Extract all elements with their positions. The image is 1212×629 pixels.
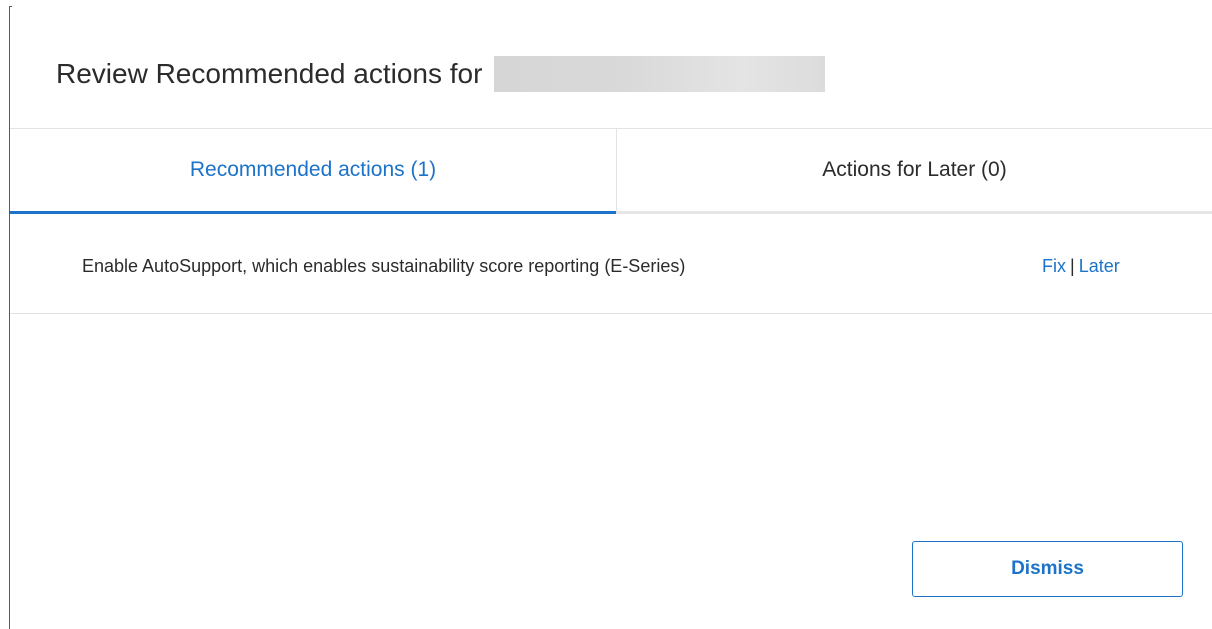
action-description: Enable AutoSupport, which enables sustai… (82, 256, 686, 276)
dialog-corner-tick (9, 6, 12, 7)
redacted-system-name (494, 56, 826, 92)
tab-bar: Recommended actions (1) Actions for Late… (10, 128, 1212, 214)
tab-actions-for-later[interactable]: Actions for Later (0) (617, 129, 1212, 211)
tab-recommended-actions[interactable]: Recommended actions (1) (10, 129, 617, 214)
dialog-title: Review Recommended actions for (56, 58, 491, 89)
later-link[interactable]: Later (1079, 256, 1120, 276)
tab-actions-for-later-label: Actions for Later (0) (822, 158, 1007, 181)
action-list-item: Enable AutoSupport, which enables sustai… (10, 214, 1212, 314)
fix-link[interactable]: Fix (1042, 256, 1066, 276)
dismiss-button[interactable]: Dismiss (912, 541, 1183, 597)
dialog-left-border (9, 6, 10, 629)
recommended-actions-dialog: Review Recommended actions for Recommend… (0, 0, 1212, 629)
action-links: Fix | Later (1042, 256, 1120, 277)
dialog-header: Review Recommended actions for (56, 54, 826, 94)
link-separator: | (1070, 256, 1075, 276)
tab-recommended-actions-label: Recommended actions (1) (189, 158, 437, 181)
